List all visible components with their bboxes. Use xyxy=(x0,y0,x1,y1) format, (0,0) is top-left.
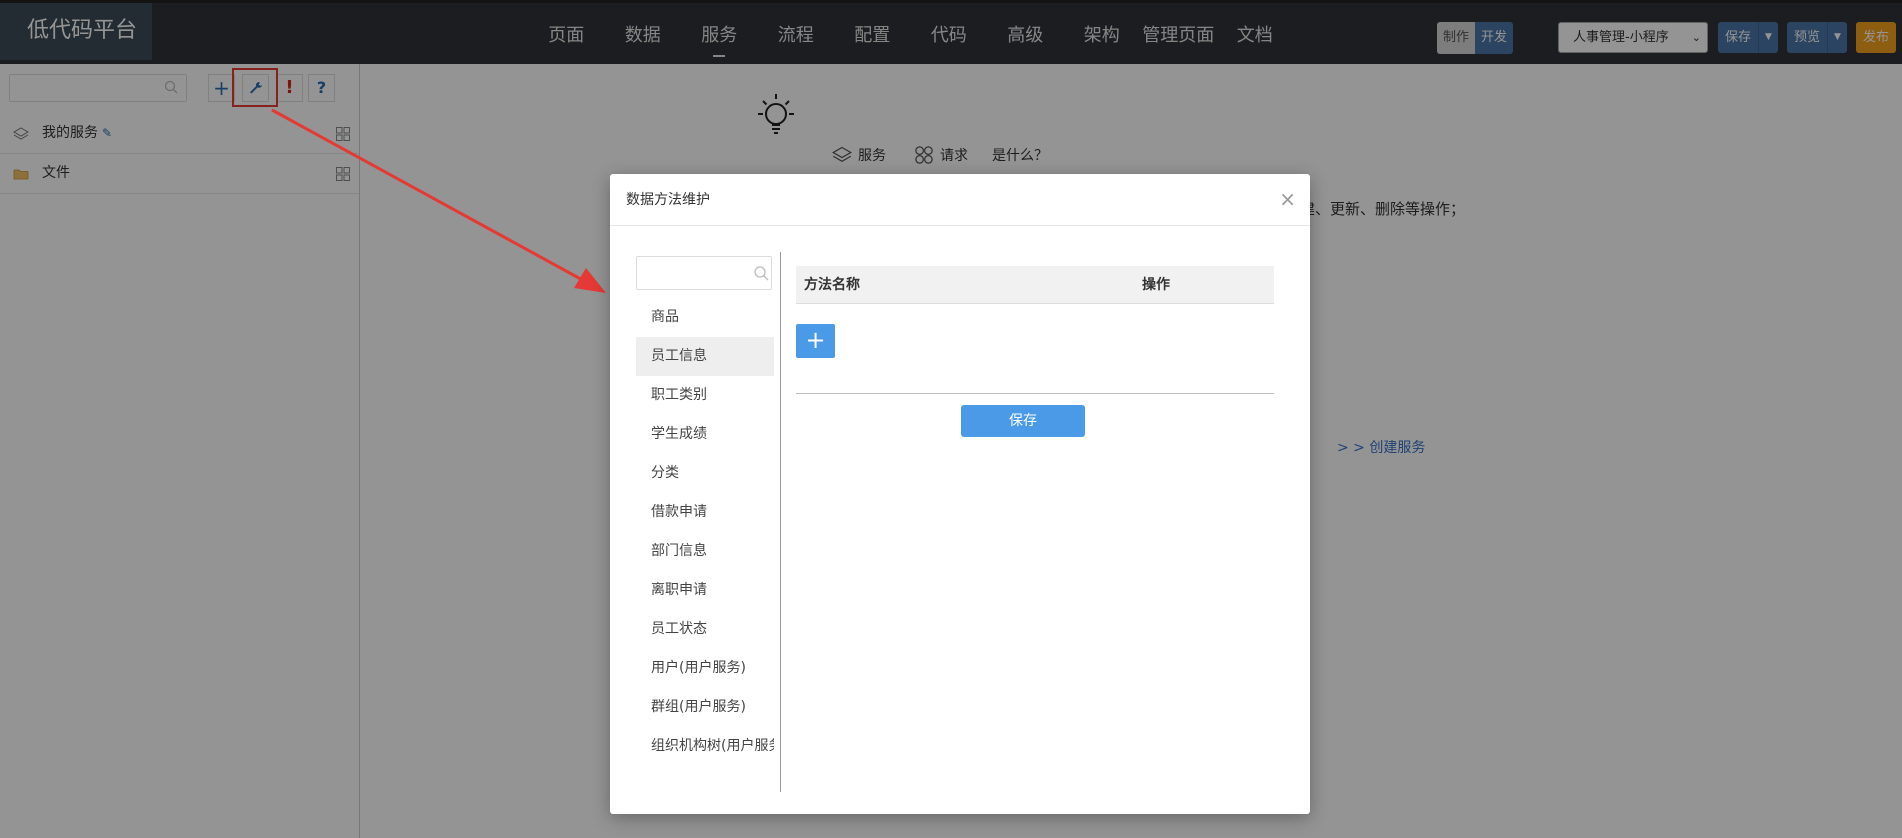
entity-search-input[interactable] xyxy=(636,256,772,290)
dialog-title: 数据方法维护 xyxy=(626,192,710,208)
methods-table-header: 方法名称 操作 xyxy=(796,266,1274,304)
entity-list-item[interactable]: 分类 xyxy=(636,454,774,493)
data-method-dialog: 数据方法维护 × 商品 员工信息 职工类别 学生成绩 分类 借款申请 部门信息 离职申请 员工状… xyxy=(610,174,1310,814)
entity-list-item[interactable]: 职工类别 xyxy=(636,376,774,415)
entity-list-item[interactable]: 商品 xyxy=(636,298,774,337)
entity-list-item[interactable]: 用户(用户服务) xyxy=(636,649,774,688)
divider xyxy=(796,393,1274,394)
search-icon xyxy=(754,266,769,281)
entity-list-item[interactable]: 组织机构树(用户服务) xyxy=(636,727,774,766)
entity-list-item[interactable]: 群组(用户服务) xyxy=(636,688,774,727)
entity-list-item[interactable]: 员工信息 xyxy=(636,337,774,376)
column-header-method-name: 方法名称 xyxy=(804,277,860,293)
dialog-header: 数据方法维护 × xyxy=(610,174,1310,226)
entity-list: 商品 员工信息 职工类别 学生成绩 分类 借款申请 部门信息 离职申请 员工状态 用户(用户服务)… xyxy=(636,298,774,766)
save-methods-button[interactable]: 保存 xyxy=(961,405,1085,437)
column-header-action: 操作 xyxy=(1142,277,1170,293)
add-method-button[interactable]: + xyxy=(796,324,835,358)
entity-list-item[interactable]: 部门信息 xyxy=(636,532,774,571)
entity-list-item[interactable]: 学生成绩 xyxy=(636,415,774,454)
divider xyxy=(780,252,781,792)
entity-list-item[interactable]: 离职申请 xyxy=(636,571,774,610)
entity-list-item[interactable]: 借款申请 xyxy=(636,493,774,532)
entity-list-item[interactable]: 员工状态 xyxy=(636,610,774,649)
close-icon[interactable]: × xyxy=(1279,174,1296,224)
